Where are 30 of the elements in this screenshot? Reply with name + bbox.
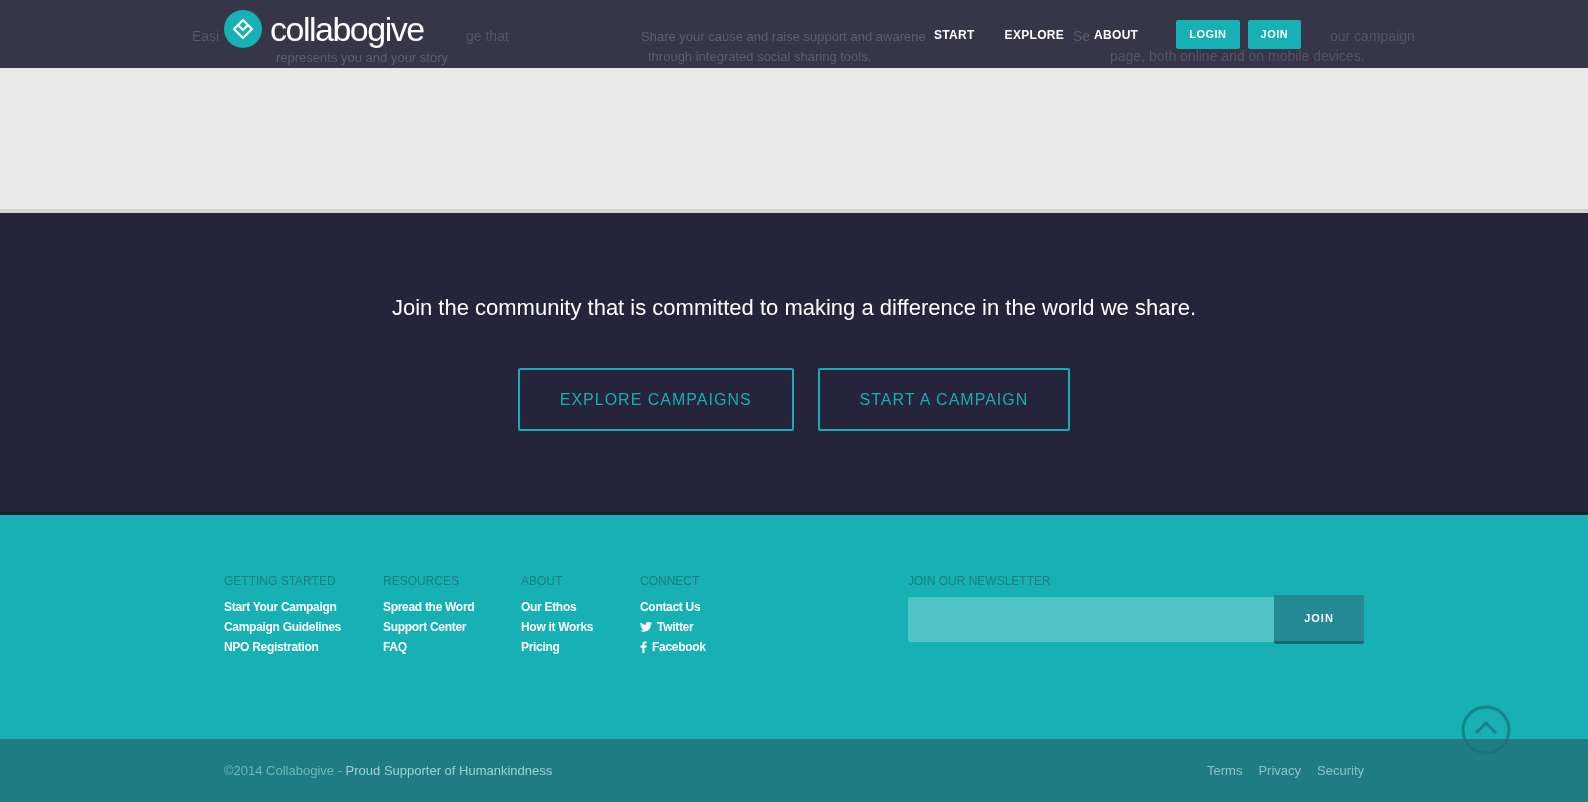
- nav-link[interactable]: EXPLORE: [1004, 24, 1065, 45]
- nav-button[interactable]: JOIN: [1247, 20, 1302, 49]
- facebook-icon: [640, 641, 647, 653]
- legal-link[interactable]: Security: [1317, 760, 1364, 781]
- cta-button[interactable]: EXPLORE CAMPAIGNS: [517, 368, 794, 431]
- newsletter-join-button[interactable]: JOIN: [1274, 595, 1364, 644]
- footer-link[interactable]: Support Center: [383, 617, 521, 637]
- cta-heading: Join the community that is committed to making a difference in the world we share.: [391, 294, 1197, 322]
- footer-link[interactable]: Campaign Guidelines: [224, 617, 383, 637]
- legal-link[interactable]: Terms: [1207, 760, 1243, 781]
- footer-link[interactable]: Twitter: [640, 617, 908, 637]
- footer-link[interactable]: NPO Registration: [224, 637, 383, 657]
- nav-link[interactable]: START: [934, 24, 975, 45]
- bird-icon: [640, 622, 652, 632]
- cta-button[interactable]: START A CAMPAIGN: [817, 368, 1071, 431]
- newsletter-email-field[interactable]: [908, 597, 1274, 642]
- footer-link[interactable]: How it Works: [521, 617, 640, 637]
- footer-link[interactable]: FAQ: [383, 637, 521, 657]
- legal-link[interactable]: Privacy: [1258, 760, 1302, 781]
- footer-link[interactable]: Facebook: [640, 637, 908, 657]
- footer-link[interactable]: Our Ethos: [521, 597, 640, 617]
- footer-link[interactable]: Contact Us: [640, 597, 908, 617]
- logo-icon: [224, 10, 262, 48]
- nav-link[interactable]: ABOUT: [1094, 24, 1139, 45]
- copyright-text: ©2014 Collabogive - Proud Supporter of Humankindness: [224, 761, 553, 780]
- nav-button[interactable]: LOGIN: [1176, 20, 1240, 49]
- footer-link[interactable]: Pricing: [521, 637, 640, 657]
- footer-link[interactable]: Spread the Word: [383, 597, 521, 617]
- scroll-to-top-icon[interactable]: [1461, 705, 1511, 755]
- footer-link[interactable]: Start Your Campaign: [224, 597, 383, 617]
